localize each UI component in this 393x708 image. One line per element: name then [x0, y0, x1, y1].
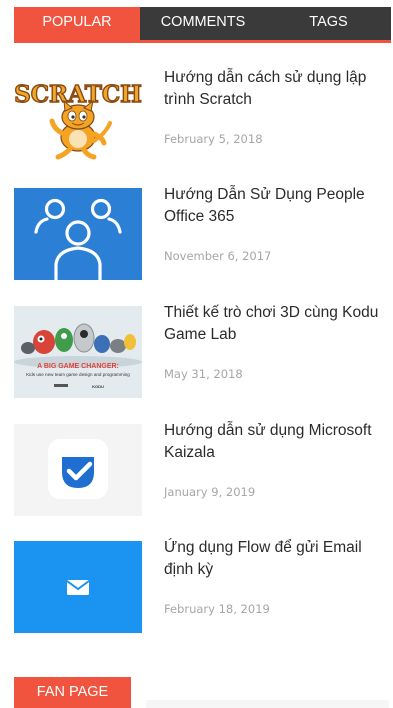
- tab-comments[interactable]: COMMENTS: [140, 7, 266, 40]
- tab-tags[interactable]: TAGS: [266, 7, 391, 40]
- post-date-kaizala: January 9, 2019: [164, 485, 256, 499]
- post-item-flow: Ứng dụng Flow để gửi Email định kỳ Febru…: [14, 539, 389, 633]
- post-date-scratch: February 5, 2018: [164, 132, 263, 146]
- post-date-flow: February 18, 2019: [164, 602, 270, 616]
- post-item-kodu: A BIG GAME CHANGER: Kids use new team ga…: [14, 304, 389, 398]
- post-title-people[interactable]: Hướng Dẫn Sử Dụng People Office 365: [164, 184, 393, 227]
- post-item-kaizala: Hướng dẫn sử dụng Microsoft Kaizala Janu…: [14, 422, 389, 516]
- post-title-kodu[interactable]: Thiết kế trò chơi 3D cùng Kodu Game Lab: [164, 302, 393, 345]
- post-thumbnail-kaizala[interactable]: [14, 424, 142, 516]
- kodu-caption-text: Kids use new team game design and progra…: [26, 372, 130, 377]
- post-item-scratch: SCRATCH Hướng dẫn cách sử dụng lập trình…: [14, 69, 389, 163]
- post-thumbnail-flow[interactable]: [14, 541, 142, 633]
- post-date-kodu: May 31, 2018: [164, 367, 243, 381]
- kaizala-icon: [48, 439, 108, 499]
- post-thumbnail-people[interactable]: [14, 188, 142, 280]
- people-icon: [34, 198, 122, 280]
- kodu-logo-text: KODU: [92, 384, 104, 389]
- widget-tabs: POPULAR COMMENTS TAGS: [14, 7, 391, 43]
- post-item-people: Hướng Dẫn Sử Dụng People Office 365 Nove…: [14, 186, 389, 280]
- email-icon: [66, 580, 90, 595]
- post-thumbnail-kodu[interactable]: A BIG GAME CHANGER: Kids use new team ga…: [14, 306, 142, 398]
- kodu-game-image: A BIG GAME CHANGER: Kids use new team ga…: [14, 306, 142, 398]
- fan-page-heading: FAN PAGE: [14, 677, 131, 708]
- post-title-flow[interactable]: Ứng dụng Flow để gửi Email định kỳ: [164, 537, 393, 580]
- kodu-heading-text: A BIG GAME CHANGER:: [37, 363, 119, 370]
- post-title-kaizala[interactable]: Hướng dẫn sử dụng Microsoft Kaizala: [164, 420, 393, 463]
- post-date-people: November 6, 2017: [164, 249, 272, 263]
- tab-popular[interactable]: POPULAR: [14, 7, 140, 40]
- post-thumbnail-scratch[interactable]: SCRATCH: [14, 71, 142, 163]
- scratch-logo-image: SCRATCH: [14, 80, 142, 160]
- scratch-logo-text: SCRATCH: [14, 81, 142, 108]
- fan-page-box: [146, 700, 389, 708]
- post-title-scratch[interactable]: Hướng dẫn cách sử dụng lập trình Scratch: [164, 67, 393, 110]
